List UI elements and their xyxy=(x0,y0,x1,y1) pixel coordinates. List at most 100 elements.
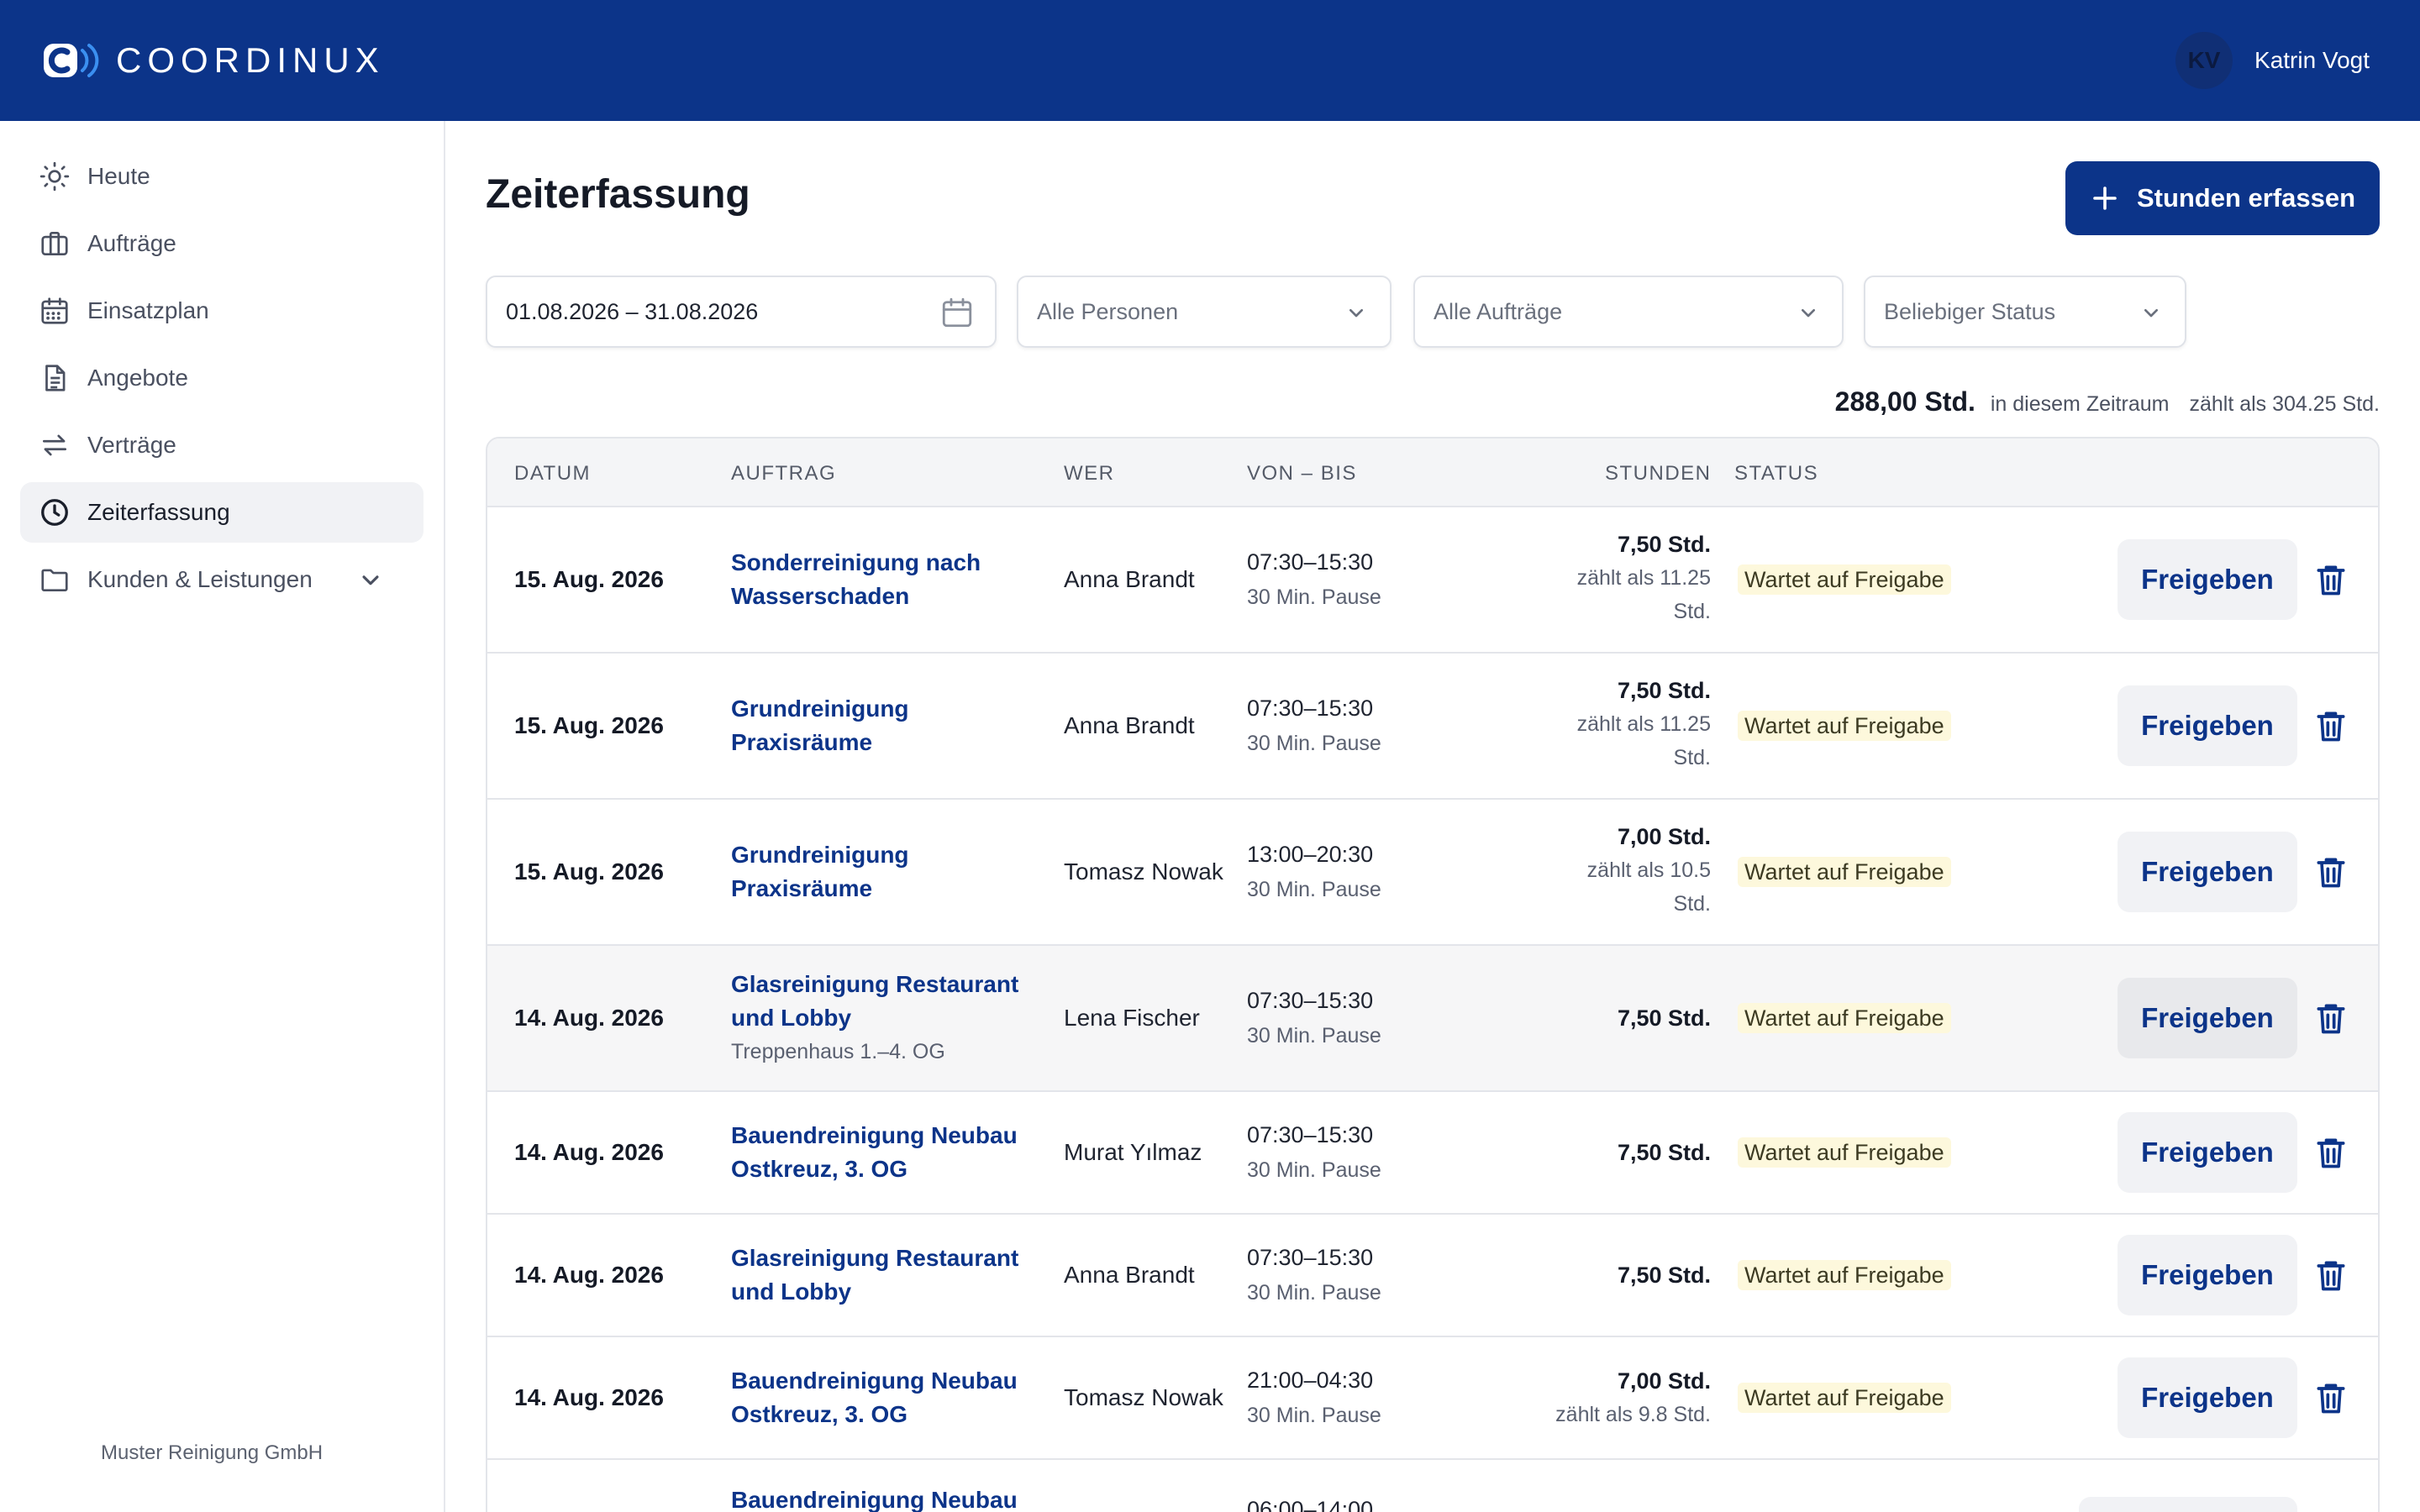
sidebar-item-angebote[interactable]: Angebote xyxy=(20,348,424,408)
sidebar-item-einsatzplan[interactable]: Einsatzplan xyxy=(20,281,424,341)
avatar: KV xyxy=(2175,32,2233,89)
job-link[interactable]: Sonderreinigung nach Wasserschaden xyxy=(731,546,1034,613)
hours-cell: 7,00 Std. zählt als 10.5 Std. xyxy=(1509,820,1711,921)
job-link[interactable]: Bauendreinigung Neubau xyxy=(731,1483,1034,1512)
job-title-line: Praxisräume xyxy=(731,729,873,755)
table-row[interactable]: 15. Aug. 2026 Grundreinigung Praxisräume… xyxy=(487,800,2378,946)
time-range: 21:00–04:30 30 Min. Pause xyxy=(1247,1362,1381,1433)
hours-value: 7,50 Std. xyxy=(1617,1263,1711,1288)
entry-date: 14. Aug. 2026 xyxy=(514,1139,664,1165)
approve-button[interactable]: Freigeben xyxy=(2118,1357,2297,1438)
sidebar-nav: Heute Aufträge Einsatzplan Angebote Vert… xyxy=(20,146,424,617)
table-row[interactable]: 14. Aug. 2026 Glasreinigung Restaurant u… xyxy=(487,946,2378,1092)
table-row[interactable]: 14. Aug. 2026 Bauendreinigung Neubau Ost… xyxy=(487,1337,2378,1460)
trash-icon[interactable] xyxy=(2312,1255,2349,1295)
entry-date: 14. Aug. 2026 xyxy=(514,1005,664,1031)
swap-arrows-icon xyxy=(42,434,67,456)
entry-date: 15. Aug. 2026 xyxy=(514,566,664,592)
job-title-line: Grundreinigung xyxy=(731,842,909,868)
hours-cell: 7,50 Std. xyxy=(1509,1136,1711,1169)
approve-button[interactable] xyxy=(2079,1497,2297,1512)
counts-as-unit: Std. xyxy=(1673,892,1711,916)
sidebar-item-heute[interactable]: Heute xyxy=(20,146,424,207)
column-header-time[interactable]: VON – BIS xyxy=(1247,462,1357,486)
trash-icon[interactable] xyxy=(2312,706,2349,746)
table-row[interactable]: Bauendreinigung Neubau 06:00–14:00 xyxy=(487,1460,2378,1512)
job-title-line: und Lobby xyxy=(731,1005,852,1031)
approve-button[interactable]: Freigeben xyxy=(2118,978,2297,1058)
status-filter-select[interactable]: Beliebiger Status xyxy=(1864,276,2186,348)
sidebar-item-auftraege[interactable]: Aufträge xyxy=(20,213,424,274)
job-title-line: Praxisräume xyxy=(731,875,873,901)
approve-button[interactable]: Freigeben xyxy=(2118,1235,2297,1315)
sidebar-item-kunden-leistungen[interactable]: Kunden & Leistungen xyxy=(20,549,424,610)
job-title-line: und Lobby xyxy=(731,1278,852,1305)
chevron-down-icon xyxy=(1802,309,1815,318)
status-filter-value: Beliebiger Status xyxy=(1884,298,2056,324)
approve-button[interactable]: Freigeben xyxy=(2118,1112,2297,1193)
job-link[interactable]: Grundreinigung Praxisräume xyxy=(731,838,1034,906)
table-row[interactable]: 14. Aug. 2026 Glasreinigung Restaurant u… xyxy=(487,1215,2378,1337)
job-link[interactable]: Glasreinigung Restaurant und Lobby Trepp… xyxy=(731,968,1034,1068)
calendar-icon xyxy=(41,297,68,324)
column-header-job[interactable]: AUFTRAG xyxy=(731,462,836,486)
status-badge: Wartet auf Freigabe xyxy=(1738,564,1951,595)
add-hours-button[interactable]: Stunden erfassen xyxy=(2065,161,2380,235)
approve-button[interactable]: Freigeben xyxy=(2118,539,2297,620)
sun-icon xyxy=(39,161,70,192)
total-hours: 288,00 Std. xyxy=(1834,386,1975,417)
chevron-down-icon xyxy=(1349,309,1363,318)
table-row[interactable]: 14. Aug. 2026 Bauendreinigung Neubau Ost… xyxy=(487,1092,2378,1215)
sidebar-item-zeiterfassung[interactable]: Zeiterfassung xyxy=(20,482,424,543)
job-link[interactable]: Bauendreinigung Neubau Ostkreuz, 3. OG xyxy=(731,1119,1034,1186)
column-header-who[interactable]: WER xyxy=(1064,462,1115,486)
counts-as-value: zählt als 11.25 xyxy=(1576,566,1711,590)
sidebar-item-label: Aufträge xyxy=(87,230,176,256)
user-name: Katrin Vogt xyxy=(2254,47,2370,73)
column-header-date[interactable]: DATUM xyxy=(514,462,591,486)
folder-icon xyxy=(41,569,68,592)
counts-as-unit: Std. xyxy=(1673,746,1711,769)
status-badge: Wartet auf Freigabe xyxy=(1738,857,1951,887)
sidebar-item-label: Heute xyxy=(87,163,150,189)
hours-cell: 7,50 Std. zählt als 11.25 Std. xyxy=(1509,674,1711,774)
table-row[interactable]: 15. Aug. 2026 Sonderreinigung nach Wasse… xyxy=(487,507,2378,654)
job-link[interactable]: Glasreinigung Restaurant und Lobby xyxy=(731,1242,1034,1309)
job-link[interactable]: Grundreinigung Praxisräume xyxy=(731,692,1034,759)
sidebar-item-vertraege[interactable]: Verträge xyxy=(20,415,424,475)
entry-date: 15. Aug. 2026 xyxy=(514,712,664,738)
column-header-status[interactable]: STATUS xyxy=(1734,462,1818,486)
trash-icon[interactable] xyxy=(2312,559,2349,600)
entry-date: 14. Aug. 2026 xyxy=(514,1384,664,1410)
employee-name: Tomasz Nowak xyxy=(1064,1384,1223,1410)
time-range: 06:00–14:00 xyxy=(1247,1492,1373,1512)
trash-icon[interactable] xyxy=(2312,998,2349,1038)
trash-icon[interactable] xyxy=(2312,852,2349,892)
job-link[interactable]: Bauendreinigung Neubau Ostkreuz, 3. OG xyxy=(731,1364,1034,1431)
job-filter-select[interactable]: Alle Aufträge xyxy=(1413,276,1844,348)
status-badge: Wartet auf Freigabe xyxy=(1738,1260,1951,1290)
employee-name: Tomasz Nowak xyxy=(1064,858,1223,885)
column-header-hours[interactable]: STUNDEN xyxy=(1605,462,1712,486)
job-title-line: Wasserschaden xyxy=(731,583,910,609)
entry-date: 15. Aug. 2026 xyxy=(514,858,664,885)
user-menu[interactable]: KV Katrin Vogt xyxy=(2175,32,2370,89)
job-title-line: Bauendreinigung Neubau xyxy=(731,1368,1018,1394)
trash-icon[interactable] xyxy=(2312,1132,2349,1173)
approve-button[interactable]: Freigeben xyxy=(2118,832,2297,912)
counts-as-value: zählt als 11.25 xyxy=(1576,712,1711,736)
time-span: 13:00–20:30 xyxy=(1247,842,1374,867)
trash-icon[interactable] xyxy=(2312,1378,2349,1418)
approve-button[interactable]: Freigeben xyxy=(2118,685,2297,766)
logo-icon xyxy=(44,44,99,77)
status-badge: Wartet auf Freigabe xyxy=(1738,1003,1951,1033)
chevron-down-icon[interactable] xyxy=(355,564,387,596)
job-title-line: Ostkreuz, 3. OG xyxy=(731,1156,908,1182)
sidebar-item-label: Angebote xyxy=(87,365,188,391)
plus-icon xyxy=(2093,186,2117,210)
date-range-picker[interactable]: 01.08.2026 – 31.08.2026 xyxy=(486,276,997,348)
app-logo[interactable]: COORDINUX xyxy=(42,40,385,81)
table-row[interactable]: 15. Aug. 2026 Grundreinigung Praxisräume… xyxy=(487,654,2378,800)
person-filter-select[interactable]: Alle Personen xyxy=(1017,276,1392,348)
time-entries-table: DATUM AUFTRAG WER VON – BIS STUNDEN STAT… xyxy=(486,437,2380,1512)
